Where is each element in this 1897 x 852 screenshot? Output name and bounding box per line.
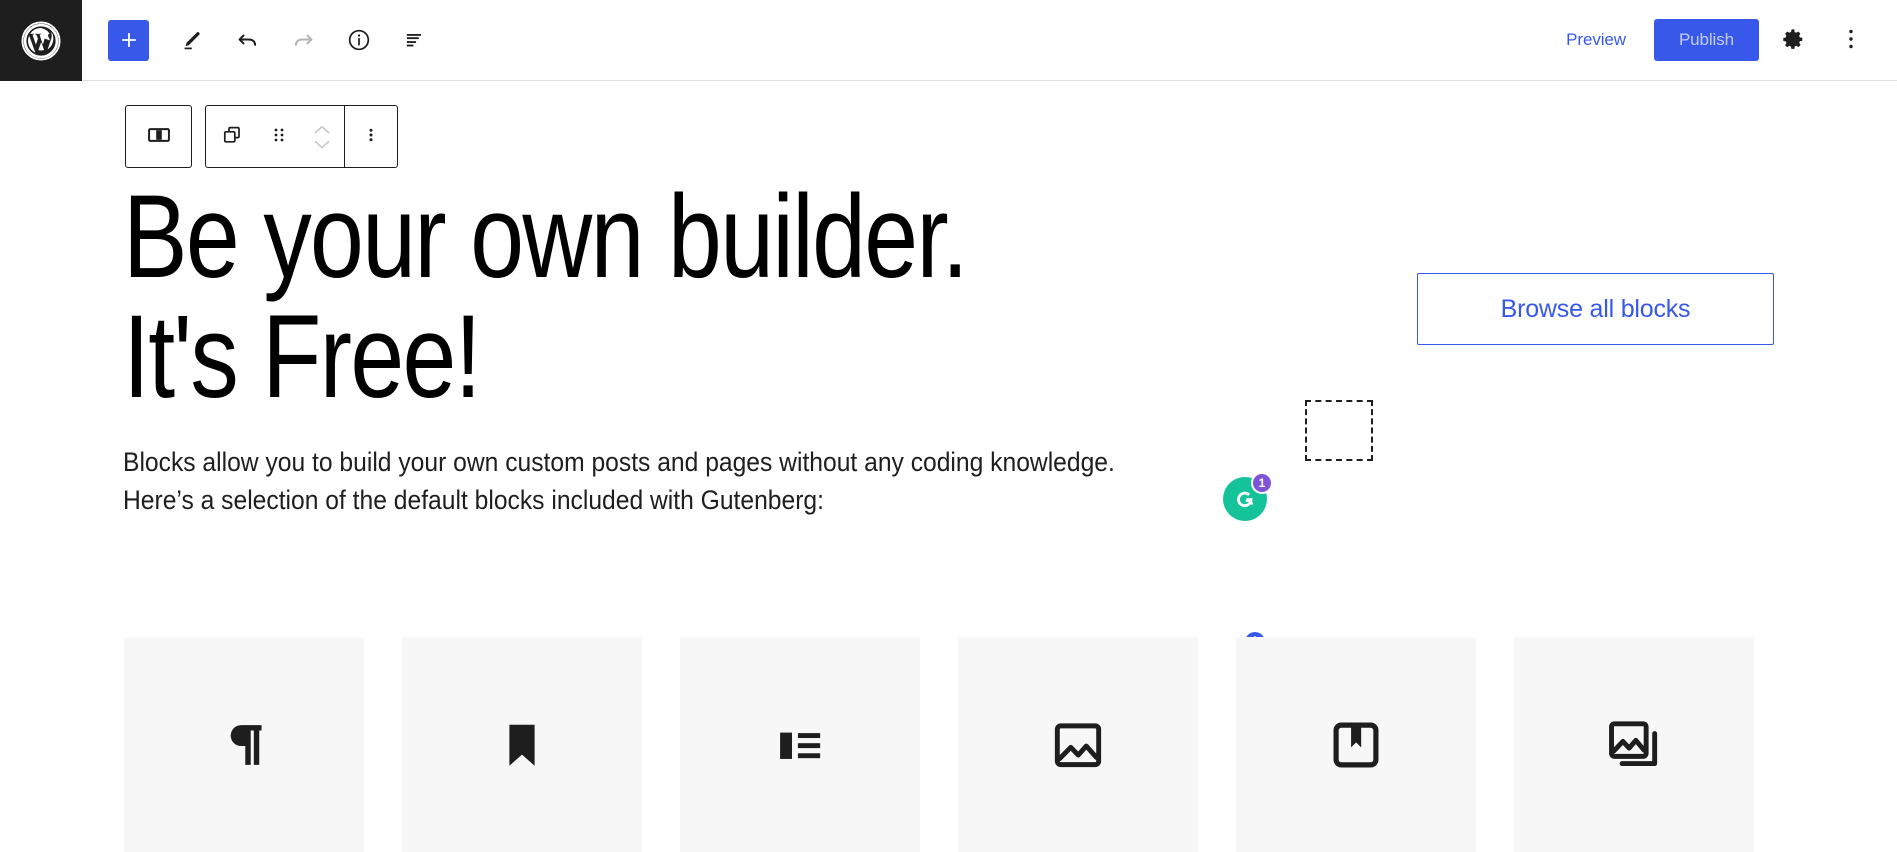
top-bar-left-controls <box>82 0 443 80</box>
more-vertical-icon <box>1841 26 1861 55</box>
list-view-icon <box>402 27 428 53</box>
chevron-down-icon <box>312 138 332 151</box>
publish-button[interactable]: Publish <box>1653 19 1759 61</box>
post-paragraph[interactable]: Blocks allow you to build your own custo… <box>123 444 1183 519</box>
block-cards-row <box>124 637 1776 852</box>
wordpress-logo-icon <box>20 20 62 62</box>
paragraph-pilcrow-icon <box>213 714 275 776</box>
editor-top-bar: Preview Publish <box>0 0 1897 81</box>
gear-icon <box>1781 27 1805 54</box>
block-card-quote[interactable] <box>680 637 920 852</box>
editor-canvas: Be your own builder. It's Free! Browse a… <box>0 81 1897 852</box>
image-icon <box>1047 714 1109 776</box>
tools-button[interactable] <box>163 12 219 68</box>
more-vertical-icon <box>363 123 379 150</box>
grammarly-badge-count: 1 <box>1251 472 1273 494</box>
top-bar-spacer <box>443 0 1550 80</box>
redo-arrow-icon <box>291 28 316 53</box>
grammarly-widget[interactable]: 1 <box>1223 472 1273 523</box>
block-mover <box>300 106 344 167</box>
block-options-button[interactable] <box>345 106 397 167</box>
add-block-button[interactable] <box>108 19 149 61</box>
list-view-button[interactable] <box>387 12 443 68</box>
duplicate-block-button[interactable] <box>206 106 258 167</box>
pencil-edit-icon <box>179 28 203 52</box>
preview-button[interactable]: Preview <box>1550 20 1642 60</box>
block-card-gallery[interactable] <box>1514 637 1754 852</box>
cover-book-icon <box>1325 714 1387 776</box>
bookmark-icon <box>494 714 550 776</box>
chevron-up-icon <box>312 123 332 136</box>
drag-handle-button[interactable] <box>258 106 300 167</box>
wordpress-logo-button[interactable] <box>0 0 82 81</box>
block-card-heading[interactable] <box>402 637 642 852</box>
quote-lines-icon <box>769 714 831 776</box>
more-options-button[interactable] <box>1827 16 1875 64</box>
columns-block-icon <box>145 121 173 152</box>
dashed-block-placeholder[interactable] <box>1305 400 1373 461</box>
redo-button[interactable] <box>275 12 331 68</box>
info-circle-icon <box>346 27 372 53</box>
settings-button[interactable] <box>1769 16 1817 64</box>
block-actions-group <box>205 105 398 168</box>
block-card-cover[interactable] <box>1236 637 1476 852</box>
top-bar-right-controls: Preview Publish <box>1550 0 1897 80</box>
block-card-paragraph[interactable] <box>124 637 364 852</box>
plus-icon <box>118 29 140 51</box>
block-type-group <box>125 105 192 168</box>
undo-arrow-icon <box>235 28 260 53</box>
page-title[interactable]: Be your own builder. It's Free! <box>123 177 1025 418</box>
drag-handle-icon <box>271 123 287 150</box>
undo-button[interactable] <box>219 12 275 68</box>
details-button[interactable] <box>331 12 387 68</box>
move-block-down-button[interactable] <box>312 138 332 151</box>
move-block-up-button[interactable] <box>312 123 332 136</box>
browse-all-blocks-button[interactable]: Browse all blocks <box>1417 273 1774 345</box>
block-type-button[interactable] <box>126 106 191 167</box>
gallery-stacked-image-icon <box>1603 714 1665 776</box>
copy-blocks-icon <box>220 123 244 150</box>
block-card-image[interactable] <box>958 637 1198 852</box>
block-toolbar <box>125 105 398 168</box>
